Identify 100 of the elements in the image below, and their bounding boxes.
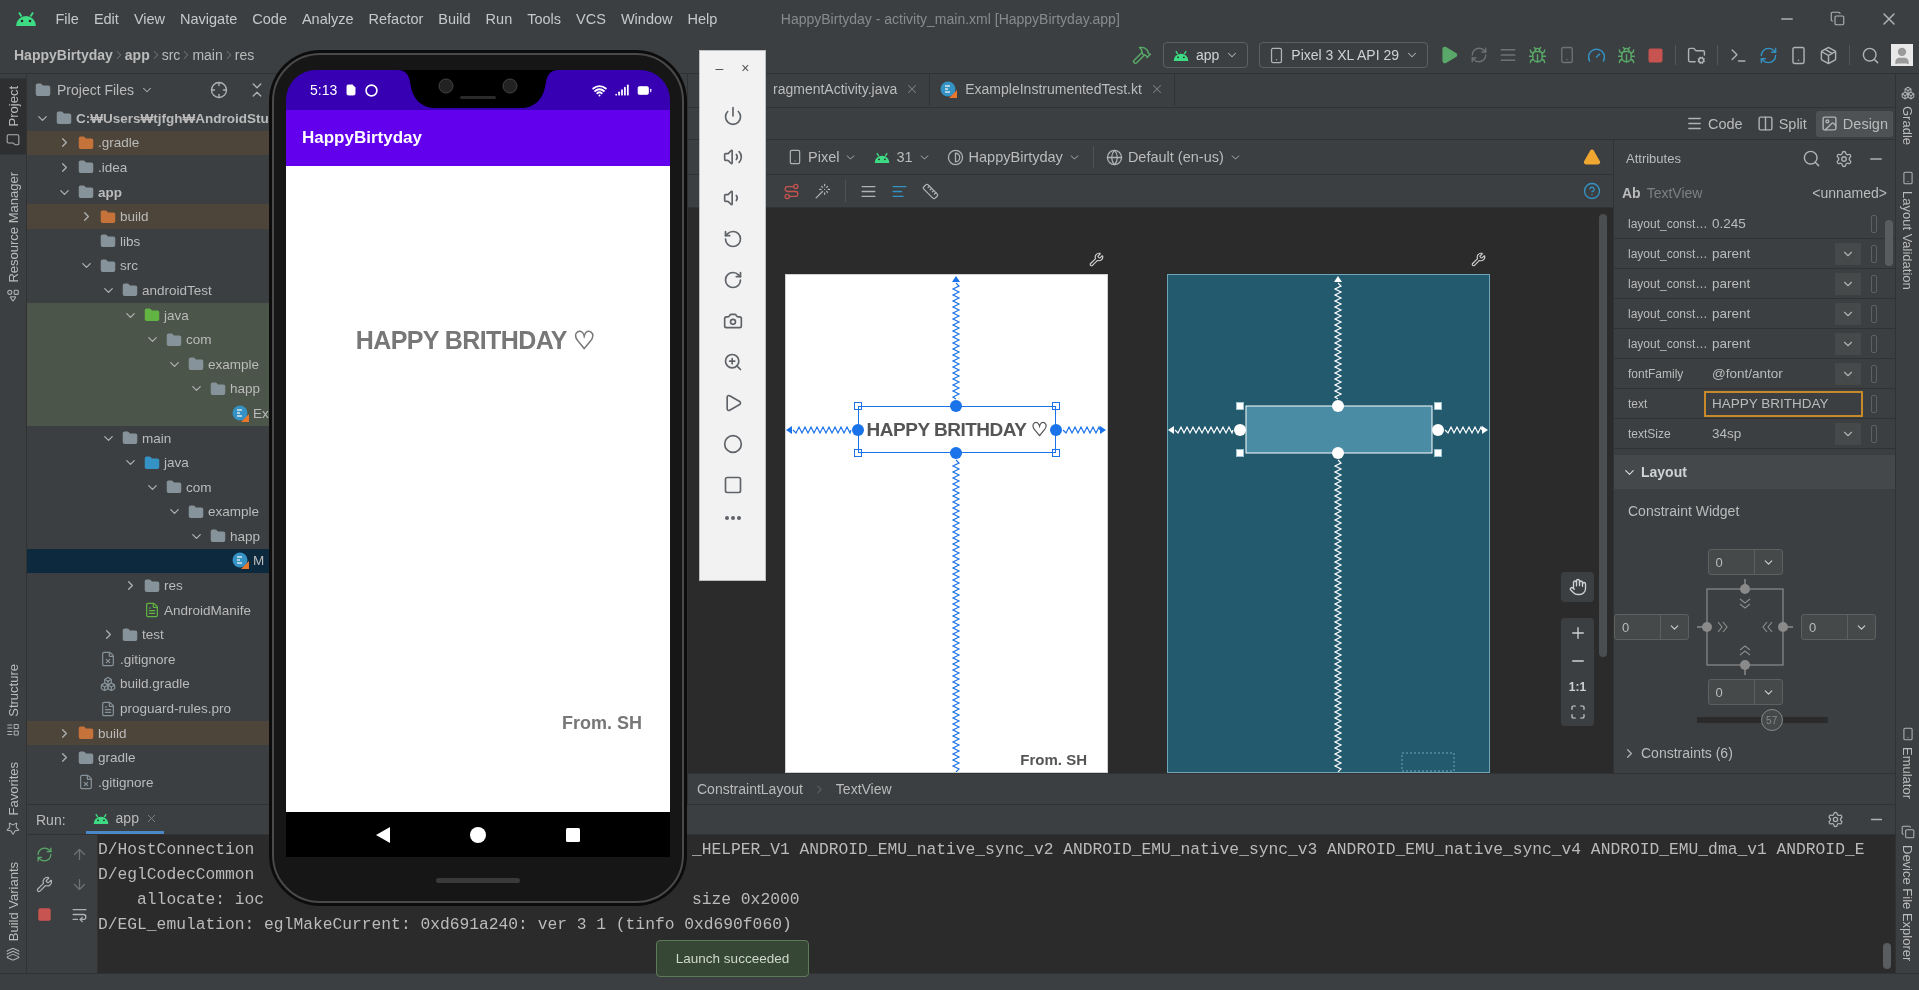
tree-item[interactable]: libs (27, 228, 272, 254)
anchor-handle[interactable] (1332, 447, 1344, 459)
locate-icon[interactable] (210, 81, 229, 99)
breadcrumb-item[interactable]: src (161, 47, 181, 63)
tree-item[interactable]: AndroidManife (27, 597, 272, 623)
attribute-dropdown[interactable]: 34sp (1704, 420, 1863, 447)
anchor-handle[interactable] (1332, 400, 1344, 412)
anchor-handle[interactable] (1234, 424, 1246, 436)
component-path-item[interactable]: TextView (829, 781, 898, 797)
emulator-button[interactable] (722, 270, 743, 290)
device-dropdown[interactable]: Pixel 3 XL API 29 (1259, 42, 1428, 68)
pan-icon[interactable] (1568, 578, 1587, 596)
locale-dropdown[interactable]: Default (en-us) (1101, 148, 1246, 166)
breadcrumb-item[interactable]: app (124, 47, 150, 63)
resize-handle[interactable] (1052, 402, 1060, 410)
tool-window-tab[interactable]: Build Variants (0, 853, 26, 969)
tree-item[interactable]: build (27, 204, 272, 229)
preview-text-view[interactable]: HAPPY BRITHDAY ♡ (858, 406, 1056, 453)
tree-item[interactable]: gradle (27, 745, 272, 771)
tree-item[interactable]: .gitignore (27, 770, 272, 795)
margin-dropdown[interactable]: 0 (1707, 679, 1783, 705)
tree-item[interactable]: com (27, 474, 272, 500)
profiler-icon[interactable] (1587, 45, 1606, 65)
margin-dropdown[interactable]: 0 (1614, 614, 1689, 640)
tool-window-tab[interactable]: Emulator (1896, 718, 1919, 807)
scrollbar-thumb[interactable] (1885, 220, 1893, 266)
resize-handle[interactable] (854, 449, 862, 457)
emulator-button[interactable] (722, 311, 743, 331)
api-level-dropdown[interactable]: 31 (869, 149, 935, 165)
emulator-button[interactable] (722, 147, 743, 167)
search-icon[interactable] (1861, 45, 1880, 65)
resize-handle[interactable] (1236, 449, 1244, 457)
run-tab[interactable]: app (85, 805, 164, 834)
resize-handle[interactable] (1052, 449, 1060, 457)
tree-item[interactable]: main (27, 425, 272, 451)
tool-window-tab[interactable]: Resource Manager (0, 164, 26, 312)
tree-item[interactable]: proguard-rules.pro (27, 696, 272, 721)
tree-item[interactable]: .gitignore (27, 647, 272, 672)
tree-item[interactable]: Ex (27, 401, 272, 426)
menu-item[interactable]: Window (613, 10, 680, 27)
emulator-button[interactable] (722, 352, 743, 372)
view-mode-button[interactable]: Code (1680, 110, 1748, 137)
attribute-dropdown[interactable]: parent (1704, 330, 1863, 357)
fit-screen-icon[interactable] (1569, 704, 1586, 720)
tree-item[interactable]: androidTest (27, 278, 272, 303)
tool-window-tab[interactable]: Structure (0, 655, 26, 745)
project-view-dropdown[interactable]: Project Files (35, 82, 155, 98)
component-path-item[interactable]: ConstraintLayout (691, 781, 809, 797)
anchor-handle[interactable] (950, 447, 962, 459)
tree-item[interactable]: java (27, 302, 272, 328)
menu-item[interactable]: Analyze (294, 10, 362, 27)
window-control-button[interactable]: – (713, 60, 726, 76)
project-structure-icon[interactable] (1687, 45, 1706, 65)
actual-size-button[interactable]: 1:1 (1568, 680, 1587, 694)
view-mode-button[interactable]: Split (1751, 110, 1812, 137)
breadcrumb-item[interactable]: res (234, 47, 255, 63)
tool-window-tab[interactable]: Gradle (1896, 78, 1919, 154)
debug-icon[interactable] (1617, 45, 1636, 65)
tree-item[interactable]: build.gradle (27, 671, 272, 697)
resize-handle[interactable] (1434, 402, 1442, 410)
warning-icon[interactable] (1583, 148, 1601, 166)
emulator-button[interactable] (722, 434, 743, 454)
resize-handle[interactable] (854, 402, 862, 410)
menu-item[interactable]: VCS (568, 10, 614, 27)
menu-item[interactable]: Run (478, 10, 520, 27)
help-icon[interactable] (1583, 182, 1601, 200)
anchor-handle[interactable] (1432, 424, 1444, 436)
tree-item[interactable]: .gradle (27, 130, 272, 156)
run-icon[interactable] (1439, 45, 1459, 65)
margin-dropdown[interactable]: 0 (1707, 549, 1783, 575)
tree-item[interactable]: happ (27, 376, 272, 402)
tree-item[interactable]: .idea (27, 155, 272, 180)
home-icon[interactable] (470, 826, 486, 843)
wrench-icon[interactable] (1471, 252, 1486, 267)
wrench-icon[interactable] (36, 875, 53, 893)
menu-item[interactable]: View (126, 10, 173, 27)
back-icon[interactable] (376, 826, 390, 843)
attribute-dropdown[interactable]: @font/antor (1704, 360, 1863, 387)
anchor-handle[interactable] (950, 400, 962, 412)
tree-item[interactable]: C:₩Users₩tjfgh₩AndroidStu (27, 106, 272, 131)
scrollbar-thumb[interactable] (1599, 214, 1607, 657)
anchor-handle[interactable] (852, 424, 864, 436)
tree-item[interactable]: res (27, 573, 272, 598)
resize-handle[interactable] (1236, 402, 1244, 410)
emulator-button[interactable] (722, 229, 743, 249)
tree-item[interactable]: M (27, 548, 272, 574)
menu-item[interactable]: Refactor (361, 10, 431, 27)
tree-item[interactable]: src (27, 253, 272, 279)
restore-icon[interactable] (1830, 11, 1845, 26)
stop-icon[interactable] (1647, 46, 1664, 64)
stop-icon[interactable] (37, 906, 52, 922)
theme-dropdown[interactable]: HappyBirtyday (942, 148, 1085, 166)
attribute-input-field[interactable]: HAPPY BRITHDAY (1704, 390, 1863, 417)
menu-item[interactable]: Help (680, 10, 725, 27)
tool-window-tab[interactable]: Project (0, 78, 26, 155)
margin-dropdown[interactable]: 0 (1801, 614, 1876, 640)
tree-item[interactable]: example (27, 499, 272, 525)
tool-window-tab[interactable]: Device File Explorer (1896, 816, 1919, 969)
section-header[interactable]: Layout (1614, 455, 1895, 489)
rerun-icon[interactable] (36, 845, 53, 863)
